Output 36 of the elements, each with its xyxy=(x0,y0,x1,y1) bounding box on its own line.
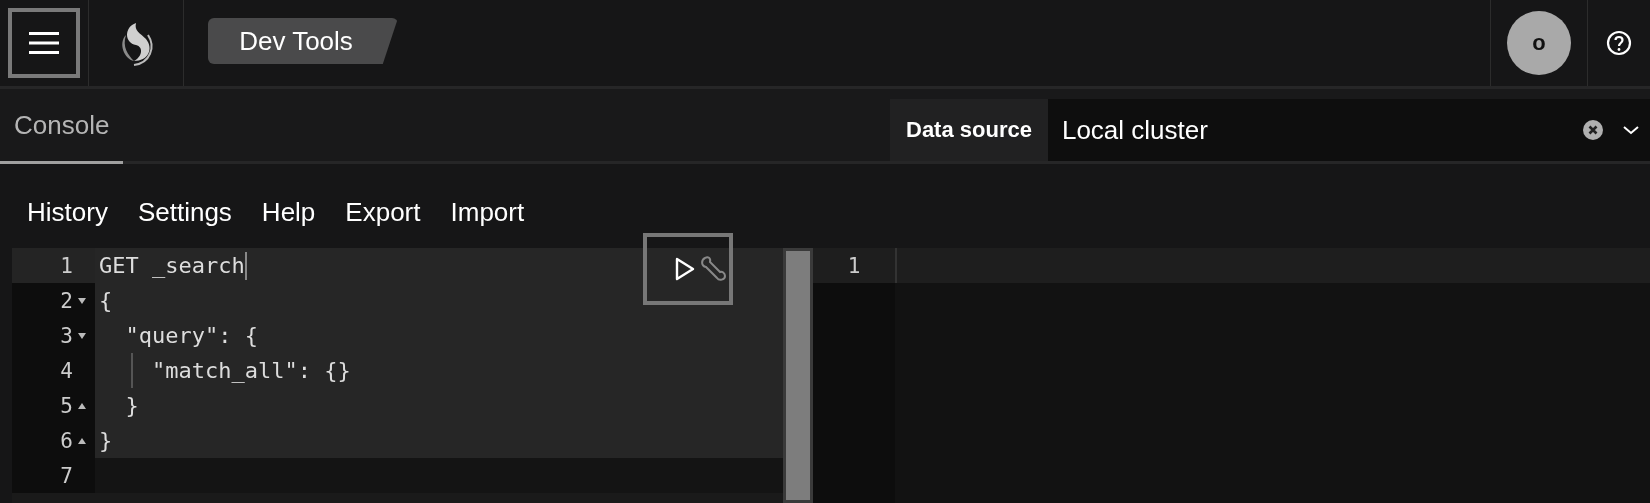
line-number: 1 xyxy=(847,253,861,278)
code-line: "query": { xyxy=(124,323,258,348)
code-line: } xyxy=(124,393,139,418)
line-number: 4 xyxy=(60,358,73,383)
menu-button[interactable] xyxy=(8,8,80,78)
fold-arrow-down-icon[interactable] xyxy=(77,296,87,305)
fold-arrow-up-icon[interactable] xyxy=(77,401,87,410)
play-icon[interactable] xyxy=(673,256,697,282)
breadcrumb-tab[interactable]: Dev Tools xyxy=(208,18,398,64)
clear-icon[interactable] xyxy=(1582,119,1604,141)
menu-item[interactable]: Import xyxy=(450,184,525,228)
line-number: 7 xyxy=(60,463,73,488)
data-source-label: Data source xyxy=(890,99,1048,161)
wrench-icon[interactable] xyxy=(699,254,729,284)
menu-item[interactable]: Export xyxy=(345,184,421,228)
chevron-down-icon[interactable] xyxy=(1622,124,1640,136)
menu-item[interactable]: Help xyxy=(261,184,316,228)
help-icon[interactable] xyxy=(1606,30,1632,56)
menu-item[interactable]: Settings xyxy=(137,184,232,228)
line-number: 5 xyxy=(60,393,73,418)
line-number: 2 xyxy=(60,288,73,313)
code-line: { xyxy=(99,288,113,313)
panel-splitter[interactable] xyxy=(783,248,813,503)
fold-arrow-up-icon[interactable] xyxy=(77,436,87,445)
fold-arrow-down-icon[interactable] xyxy=(77,331,87,340)
data-source-select[interactable]: Local cluster xyxy=(1047,99,1650,161)
line-number: 6 xyxy=(60,428,73,453)
code-line: GET _search xyxy=(99,253,245,278)
line-number: 1 xyxy=(60,253,73,278)
line-number: 3 xyxy=(60,323,73,348)
code-line: } xyxy=(99,428,113,453)
code-line: "match_all": {} xyxy=(150,358,351,383)
text-cursor xyxy=(244,251,247,280)
avatar[interactable]: o xyxy=(1507,11,1571,75)
menu-item[interactable]: History xyxy=(27,184,108,228)
menu-icon xyxy=(28,31,60,55)
